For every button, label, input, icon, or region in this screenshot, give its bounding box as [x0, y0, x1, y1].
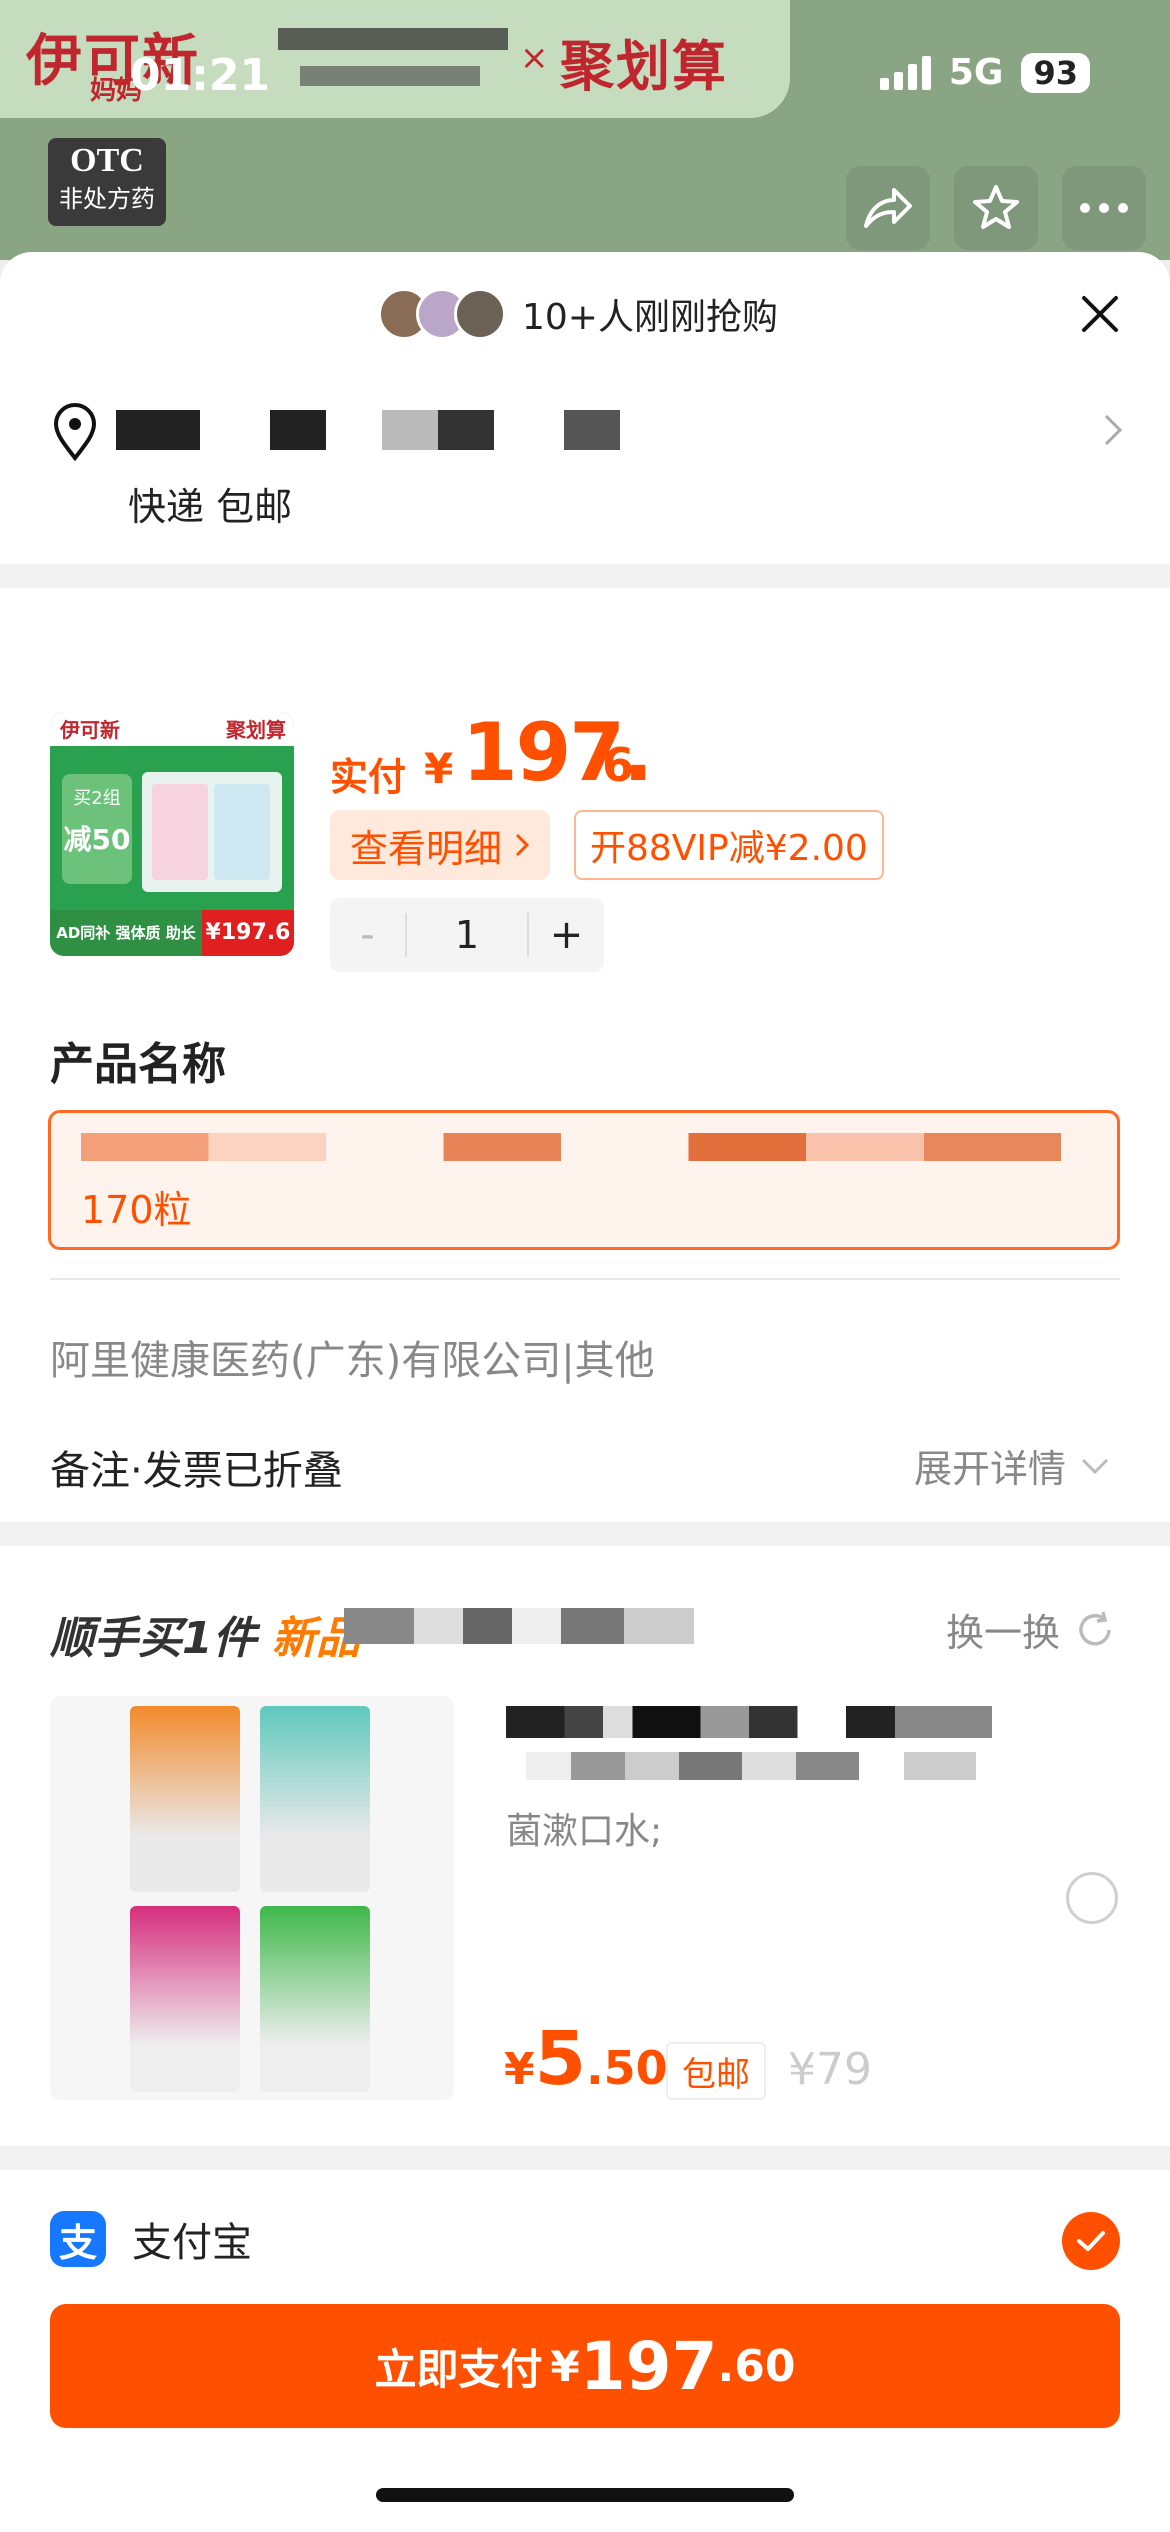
quantity-stepper: - 1 + [330, 898, 604, 972]
price-decimal: 6 [602, 738, 635, 792]
times-sign: × [520, 38, 549, 78]
status-indicators: 5G 93 [879, 52, 1090, 93]
decrement-button[interactable]: - [330, 912, 405, 958]
recommendation-card: 顺手买1件 新品 换一换 菌漱口水; ¥5.50 包邮 ¥79 [0, 1522, 1170, 2146]
recommendation-desc-redacted [526, 1752, 976, 1780]
status-time: 01:21 [130, 50, 271, 101]
increment-button[interactable]: + [529, 912, 604, 958]
swap-button[interactable]: 换一换 [946, 1602, 1116, 1657]
seller-name: 阿里健康医药(广东)有限公司|其他 [50, 1338, 655, 1384]
product-card: 伊可新 聚划算 买2组 减50 AD同补 强体质 助长高 ¥197.6 实付 ¥… [0, 588, 1170, 1522]
avatar [454, 288, 506, 340]
option-text-redacted [81, 1133, 1061, 1161]
sheet-title: 10+人刚刚抢购 [522, 297, 778, 338]
recommendation-title-prefix: 顺手买1件 [50, 1613, 257, 1664]
original-price: ¥79 [788, 2044, 872, 2095]
otc-sub-label: 非处方药 [59, 185, 155, 213]
view-detail-button[interactable]: 查看明细 [330, 810, 551, 880]
otc-label: OTC [70, 142, 144, 179]
price-currency: ¥ [504, 2044, 535, 2095]
swap-label: 换一换 [945, 1611, 1060, 1655]
alipay-icon: 支 [50, 2211, 106, 2267]
image-bottom-text: AD同补 强体质 助长高 [50, 910, 202, 956]
battery-icon: 93 [1021, 52, 1090, 93]
price-currency: ¥ [424, 744, 454, 793]
recommendation-product-image[interactable] [50, 1696, 454, 2100]
pay-amount-integer: 197 [579, 2327, 718, 2405]
star-icon [973, 185, 1019, 229]
expand-label: 展开详情 [913, 1447, 1066, 1491]
product-option-selected[interactable]: 170粒 [48, 1110, 1120, 1250]
blurred-text [278, 28, 508, 50]
signal-icon [879, 55, 931, 90]
refresh-icon [1079, 1611, 1111, 1645]
share-icon [864, 188, 912, 228]
payment-selected-check[interactable] [1062, 2212, 1120, 2270]
image-price: ¥197.6 [202, 910, 294, 956]
pay-currency: ¥ [550, 2341, 580, 2391]
home-indicator[interactable] [376, 2488, 794, 2502]
more-button[interactable] [1062, 166, 1146, 250]
campaign-logo: 聚划算 [560, 35, 728, 98]
otc-badge: OTC 非处方药 [48, 138, 166, 226]
recommendation-title: 顺手买1件 新品 [50, 1602, 360, 1666]
add-item-radio[interactable] [1066, 1872, 1118, 1924]
address-text-redacted[interactable] [116, 410, 816, 450]
section-title: 产品名称 [50, 1039, 226, 1090]
blurred-text [300, 66, 480, 86]
shipping-method: 快递 包邮 [128, 485, 293, 529]
image-boxes [142, 772, 282, 892]
sheet-header: 10+人刚刚抢购 [0, 284, 1170, 344]
more-icon [1080, 203, 1128, 213]
network-label: 5G [948, 52, 1004, 93]
payment-method-label: 支付宝 [132, 2220, 252, 2266]
image-brand-text: 伊可新 [60, 718, 120, 742]
image-campaign-text: 聚划算 [226, 718, 286, 742]
favorite-button[interactable] [954, 166, 1038, 250]
location-pin-icon [53, 403, 97, 462]
chevron-down-icon [1081, 1458, 1109, 1474]
view-detail-label: 查看明细 [350, 826, 503, 871]
close-icon[interactable] [1074, 288, 1126, 340]
recommendation-name-redacted [506, 1706, 992, 1738]
price-integer: 5 [534, 2016, 587, 2102]
image-promo-box: 买2组 减50 [62, 774, 132, 884]
image-promo-big: 减50 [63, 823, 131, 856]
buyer-avatars [378, 288, 506, 340]
campaign-banner: 伊可新 妈妈 × 聚划算 [0, 0, 790, 118]
recommendation-title-redacted [344, 1608, 694, 1644]
remark-invoice-label: 备注·发票已折叠 [50, 1448, 343, 1494]
price-decimal: .50 [586, 2041, 668, 2095]
image-promo-title: 买2组 [73, 788, 121, 809]
chevron-right-icon[interactable] [1100, 410, 1126, 450]
share-button[interactable] [846, 166, 930, 250]
background-product-page: 伊可新 妈妈 × 聚划算 01:21 5G 93 OTC 非处方药 [0, 0, 1170, 260]
recommendation-price: ¥5.50 [504, 2016, 668, 2102]
recommendation-description: 菌漱口水; [506, 1811, 663, 1852]
pay-now-button[interactable]: 立即支付 ¥ 197 .60 [50, 2304, 1120, 2428]
payment-method-row[interactable]: 支 支付宝 [50, 2210, 252, 2268]
pay-now-label: 立即支付 [374, 2344, 543, 2394]
price-label: 实付 [330, 755, 407, 799]
divider [50, 1278, 1120, 1280]
address-card: 10+人刚刚抢购 快递 包邮 [0, 252, 1170, 564]
chevron-right-icon [515, 833, 530, 857]
quantity-value[interactable]: 1 [404, 913, 530, 957]
vip-discount-tag[interactable]: 开88VIP减¥2.00 [574, 810, 884, 880]
checkmark-icon [1077, 2231, 1105, 2251]
order-sheet: 10+人刚刚抢购 快递 包邮 伊可新 聚划算 买2组 减50 AD同补 强体质 … [0, 252, 1170, 2532]
pay-amount-decimal: .60 [717, 2340, 796, 2392]
expand-details-button[interactable]: 展开详情 [914, 1438, 1110, 1493]
image-top-bar: 伊可新 聚划算 [50, 712, 294, 746]
free-shipping-tag: 包邮 [666, 2042, 766, 2100]
option-text: 170粒 [81, 1188, 192, 1232]
product-image: 伊可新 聚划算 买2组 减50 AD同补 强体质 助长高 ¥197.6 [50, 712, 294, 956]
